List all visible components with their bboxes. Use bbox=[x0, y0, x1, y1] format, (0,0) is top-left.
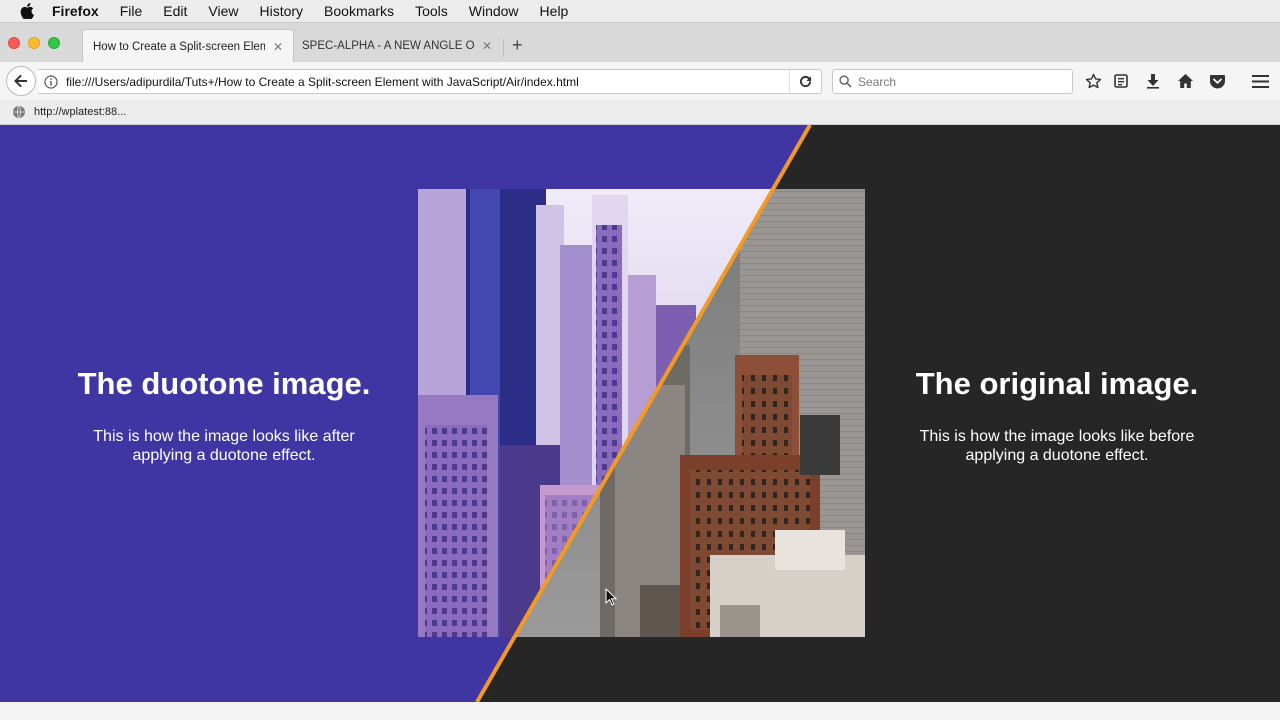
tab-inactive[interactable]: SPEC-ALPHA - A NEW ANGLE ON ✕ bbox=[296, 29, 500, 63]
hamburger-menu-icon[interactable] bbox=[1251, 72, 1269, 90]
apple-icon[interactable] bbox=[20, 3, 36, 19]
globe-icon bbox=[12, 105, 26, 119]
bookmarks-list-icon[interactable] bbox=[1112, 72, 1130, 90]
tab-separator bbox=[503, 39, 504, 57]
tab-close-icon[interactable]: ✕ bbox=[482, 39, 492, 53]
menu-view[interactable]: View bbox=[208, 3, 238, 19]
left-description: This is how the image looks like after a… bbox=[93, 428, 355, 464]
pocket-icon[interactable] bbox=[1208, 72, 1226, 90]
right-description: This is how the image looks like before … bbox=[919, 428, 1195, 464]
home-icon[interactable] bbox=[1176, 72, 1194, 90]
left-title: The duotone image. bbox=[77, 366, 371, 401]
split-screen-graphic[interactable] bbox=[0, 125, 1280, 702]
right-title: The original image. bbox=[915, 366, 1199, 401]
navigation-toolbar: file:///Users/adipurdila/Tuts+/How to Cr… bbox=[0, 62, 1280, 100]
back-arrow-icon bbox=[14, 74, 27, 88]
page-viewport: The duotone image. This is how the image… bbox=[0, 125, 1280, 702]
reload-button[interactable] bbox=[789, 70, 821, 93]
mouse-cursor-icon bbox=[605, 588, 617, 606]
menu-help[interactable]: Help bbox=[540, 3, 569, 19]
bookmark-star-icon[interactable] bbox=[1084, 72, 1102, 90]
menu-firefox[interactable]: Firefox bbox=[52, 3, 99, 19]
window-minimize-button[interactable] bbox=[28, 37, 40, 49]
menu-bookmarks[interactable]: Bookmarks bbox=[324, 3, 394, 19]
menu-tools[interactable]: Tools bbox=[415, 3, 448, 19]
url-bar[interactable]: file:///Users/adipurdila/Tuts+/How to Cr… bbox=[38, 69, 822, 94]
status-url-text: http://wplatest:88... bbox=[34, 106, 127, 118]
menu-file[interactable]: File bbox=[120, 3, 143, 19]
window-close-button[interactable] bbox=[8, 37, 20, 49]
tab-title: SPEC-ALPHA - A NEW ANGLE ON bbox=[302, 40, 474, 52]
site-info-icon[interactable] bbox=[44, 74, 58, 89]
download-icon[interactable] bbox=[1144, 72, 1162, 90]
search-icon bbox=[839, 75, 852, 88]
url-text[interactable]: file:///Users/adipurdila/Tuts+/How to Cr… bbox=[66, 75, 789, 89]
search-input[interactable] bbox=[858, 74, 1058, 89]
window-bottom-edge bbox=[0, 702, 1280, 720]
system-menu-bar: Firefox File Edit View History Bookmarks… bbox=[0, 0, 1280, 22]
back-button[interactable] bbox=[6, 66, 36, 96]
reload-icon bbox=[799, 75, 812, 88]
new-tab-icon[interactable]: + bbox=[512, 36, 523, 54]
tab-active[interactable]: How to Create a Split-screen Elem ✕ bbox=[82, 29, 294, 63]
menu-history[interactable]: History bbox=[259, 3, 303, 19]
tab-title: How to Create a Split-screen Elem bbox=[93, 40, 265, 53]
tab-close-icon[interactable]: ✕ bbox=[273, 40, 283, 54]
menu-edit[interactable]: Edit bbox=[163, 3, 187, 19]
menu-window[interactable]: Window bbox=[469, 3, 519, 19]
tab-strip: How to Create a Split-screen Elem ✕ SPEC… bbox=[0, 22, 1280, 63]
status-bar: http://wplatest:88... bbox=[0, 100, 1280, 125]
search-bar[interactable] bbox=[832, 69, 1073, 94]
window-maximize-button[interactable] bbox=[48, 37, 60, 49]
